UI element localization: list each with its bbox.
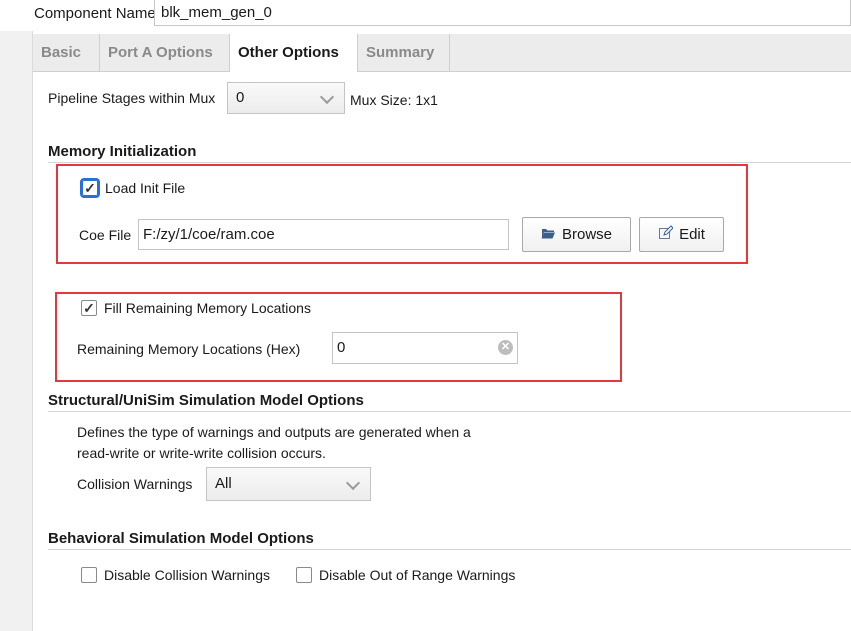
section-divider bbox=[48, 549, 851, 550]
component-name-input[interactable]: blk_mem_gen_0 bbox=[154, 0, 851, 26]
structural-title: Structural/UniSim Simulation Model Optio… bbox=[48, 392, 364, 409]
disable-collision-checkbox[interactable] bbox=[81, 567, 97, 583]
coe-file-input[interactable]: F:/zy/1/coe/ram.coe bbox=[138, 219, 509, 250]
section-divider bbox=[48, 162, 851, 163]
structural-desc-line1: Defines the type of warnings and outputs… bbox=[77, 424, 471, 440]
edit-button[interactable]: Edit bbox=[639, 217, 724, 252]
pipeline-stages-value: 0 bbox=[236, 89, 245, 106]
collision-warnings-label: Collision Warnings bbox=[77, 476, 193, 492]
tab-basic[interactable]: Basic bbox=[33, 34, 100, 71]
section-divider bbox=[48, 411, 851, 412]
pipeline-stages-label: Pipeline Stages within Mux bbox=[48, 90, 216, 106]
edit-button-label: Edit bbox=[679, 226, 705, 243]
browse-button-label: Browse bbox=[561, 226, 613, 243]
remaining-locations-input[interactable]: 0 ✕ bbox=[332, 332, 518, 364]
tab-port-a-options[interactable]: Port A Options bbox=[100, 34, 230, 71]
disable-collision-label: Disable Collision Warnings bbox=[104, 567, 270, 583]
mux-size-text: Mux Size: 1x1 bbox=[350, 92, 438, 108]
folder-icon bbox=[541, 226, 556, 243]
fill-remaining-label: Fill Remaining Memory Locations bbox=[104, 300, 311, 316]
collision-warnings-select[interactable]: All bbox=[206, 467, 371, 501]
tab-summary[interactable]: Summary bbox=[358, 34, 450, 71]
disable-range-label: Disable Out of Range Warnings bbox=[319, 567, 516, 583]
tab-other-options[interactable]: Other Options bbox=[230, 34, 358, 72]
pencil-icon bbox=[658, 225, 674, 244]
component-name-label: Component Name bbox=[34, 5, 156, 22]
disable-range-checkbox[interactable] bbox=[296, 567, 312, 583]
browse-button[interactable]: Browse bbox=[522, 217, 631, 252]
remaining-locations-label: Remaining Memory Locations (Hex) bbox=[77, 341, 301, 357]
tab-strip: Basic Port A Options Other Options Summa… bbox=[33, 34, 851, 72]
checkmark-icon: ✓ bbox=[83, 300, 95, 316]
load-init-file-checkbox[interactable]: ✓ bbox=[80, 178, 100, 198]
coe-file-label: Coe File bbox=[79, 227, 132, 243]
pipeline-stages-select[interactable]: 0 bbox=[227, 82, 345, 114]
behavioral-title: Behavioral Simulation Model Options bbox=[48, 530, 314, 547]
left-gutter bbox=[0, 31, 33, 631]
memory-init-title: Memory Initialization bbox=[48, 143, 197, 160]
collision-warnings-value: All bbox=[215, 475, 232, 492]
fill-remaining-checkbox[interactable]: ✓ bbox=[81, 300, 97, 316]
structural-desc-line2: read-write or write-write collision occu… bbox=[77, 445, 326, 461]
load-init-file-label: Load Init File bbox=[105, 180, 186, 196]
chevron-down-icon bbox=[319, 89, 335, 105]
clear-icon[interactable]: ✕ bbox=[498, 340, 513, 355]
checkmark-icon: ✓ bbox=[84, 180, 96, 196]
chevron-down-icon bbox=[345, 475, 361, 491]
remaining-locations-value: 0 bbox=[337, 339, 346, 356]
